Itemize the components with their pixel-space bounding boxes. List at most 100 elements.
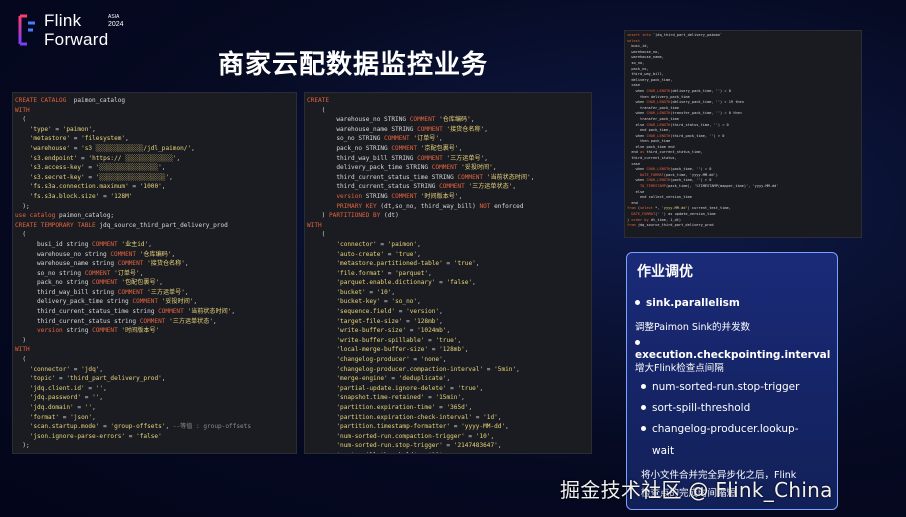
code-line: 'changelog-producer' = 'none', bbox=[307, 355, 591, 365]
code-token: , bbox=[99, 365, 104, 373]
code-token: ) current_test_time, bbox=[687, 206, 731, 211]
code-token: COMMENT bbox=[391, 144, 418, 152]
code-token: so_no, bbox=[627, 60, 645, 65]
code-token: , bbox=[159, 279, 163, 287]
code-token: so_no STRING bbox=[307, 135, 385, 143]
code-token: = bbox=[70, 365, 82, 373]
code-token: select bbox=[639, 206, 653, 211]
code-token: = bbox=[417, 452, 428, 453]
code-token: STRING bbox=[362, 192, 392, 200]
code-token: , bbox=[184, 260, 189, 268]
code-token: 'auto-create' bbox=[336, 250, 385, 258]
code-token: '128M' bbox=[110, 192, 133, 200]
code-token: , bbox=[391, 288, 396, 296]
code-token: when bbox=[627, 111, 647, 116]
code-token: third_current_status STRING bbox=[307, 183, 440, 191]
code-token: --等值 : group-offsets bbox=[172, 423, 252, 431]
code-line: 'local-merge-buffer-size' = '128mb', bbox=[307, 345, 591, 355]
code-token: (dt,so_no, third_way_bill) bbox=[376, 202, 480, 210]
code-token: ( bbox=[15, 356, 27, 364]
paimon-param-label: num-sorted-run.stop-trigger bbox=[652, 381, 800, 393]
code-token: busi_id, bbox=[627, 44, 649, 49]
code-token: 'version' bbox=[406, 308, 440, 316]
logo-line2: Forward bbox=[44, 30, 109, 49]
code-token: COMMENT bbox=[457, 173, 484, 181]
code-token: , bbox=[530, 173, 535, 181]
code-token: ) bbox=[15, 336, 27, 344]
code-token: , bbox=[171, 250, 176, 258]
code-token: then pack_time bbox=[627, 139, 671, 144]
code-token: '10' bbox=[475, 432, 491, 440]
code-token: TO_TIMESTAMP bbox=[639, 184, 666, 189]
code-line: warehouse_no STRING COMMENT '仓库编码', bbox=[307, 115, 591, 125]
code-token: , bbox=[161, 375, 166, 383]
code-token: 'false' bbox=[136, 432, 162, 440]
code-token: '时间版本号' bbox=[117, 327, 160, 335]
code-token: = bbox=[435, 279, 447, 287]
paimon-param-label: changelog-producer.lookup- bbox=[652, 423, 799, 435]
code-token: COMMENT bbox=[92, 279, 118, 287]
code-token: 'num-sorted-run.compaction-trigger' bbox=[336, 432, 465, 440]
code-line: warehouse_name string COMMENT '接货仓名称', bbox=[15, 259, 296, 269]
code-line: pack_no STRING COMMENT '京配包裹号', bbox=[307, 144, 591, 154]
paimon-param-item: changelog-producer.lookup- bbox=[641, 423, 799, 435]
code-token: (delivery_pack_time, '') > 19 then bbox=[670, 100, 744, 105]
code-token: version bbox=[37, 327, 63, 335]
code-token: 'paimon' bbox=[387, 240, 418, 248]
code-token: , bbox=[99, 394, 104, 402]
code-token: '妥投时间' bbox=[158, 298, 194, 306]
code-line: 'num-sorted-run.stop-trigger' = '2147483… bbox=[307, 441, 591, 451]
code-token: = bbox=[450, 423, 462, 431]
code-line: 's3.secret-key' = '░░░░░░░░░░░░░░░░░░', bbox=[15, 173, 296, 183]
code-line: 'fs.s3a.connection.maximum' = '1000', bbox=[15, 182, 296, 192]
code-token: '10' bbox=[376, 288, 392, 296]
code-token: '三方运单号' bbox=[143, 288, 185, 296]
code-token: ); bbox=[15, 442, 30, 450]
code-token: 'jdq.password' bbox=[29, 394, 82, 402]
code-token: order by bbox=[631, 217, 649, 222]
bullet-dot-icon bbox=[641, 383, 646, 389]
code-line: ( bbox=[15, 115, 296, 125]
code-line: ( bbox=[307, 106, 591, 116]
code-token: , bbox=[184, 288, 189, 296]
code-token: , bbox=[428, 269, 432, 277]
code-token: , bbox=[497, 442, 502, 450]
code-line: 'partition.expiration-check-interval' = … bbox=[307, 413, 591, 423]
code-token: 'metastore' bbox=[29, 135, 71, 143]
code-line: third_way_bill STRING COMMENT '三方运单号', bbox=[307, 154, 591, 164]
code-token: case bbox=[627, 161, 640, 166]
code-token: = bbox=[99, 192, 111, 200]
bullet-dot-icon bbox=[635, 299, 640, 305]
code-token: warehouse_no, bbox=[627, 49, 660, 54]
code-line: pack_no string COMMENT '包配包裹号', bbox=[15, 278, 296, 288]
code-token: use catalog bbox=[15, 212, 56, 220]
code-token: 'none' bbox=[420, 356, 443, 364]
code-line: 'write-buffer-size' = '1024mb', bbox=[307, 326, 591, 336]
code-token: COMMENT bbox=[117, 260, 144, 268]
bullet-dot-icon bbox=[641, 404, 646, 410]
code-token: delivery_pack_time, bbox=[627, 77, 673, 82]
code-token: '1000' bbox=[139, 183, 162, 191]
code-token: '接货仓名称' bbox=[143, 260, 185, 268]
code-token: (transfer_pack_time, '') = 0 then bbox=[670, 111, 742, 116]
code-line: PRIMARY KEY (dt,so_no, third_way_bill) N… bbox=[307, 202, 591, 212]
code-token: 'merge-engine' bbox=[336, 375, 388, 383]
code-token: '当前状态时间' bbox=[183, 308, 232, 316]
code-token: 'sequence.field' bbox=[336, 308, 396, 316]
code-token: 'target-file-size' bbox=[336, 317, 403, 325]
code-line: 'changelog-producer.compaction-interval'… bbox=[307, 365, 591, 375]
code-token: , bbox=[139, 269, 144, 277]
flink-forward-logo: Flink Forward ASIA 2024 bbox=[14, 11, 124, 51]
code-token: (dt) bbox=[380, 212, 399, 220]
code-token: third_way_bill STRING bbox=[307, 154, 418, 162]
code-line: 'jdq.client.id' = '', bbox=[15, 384, 296, 394]
